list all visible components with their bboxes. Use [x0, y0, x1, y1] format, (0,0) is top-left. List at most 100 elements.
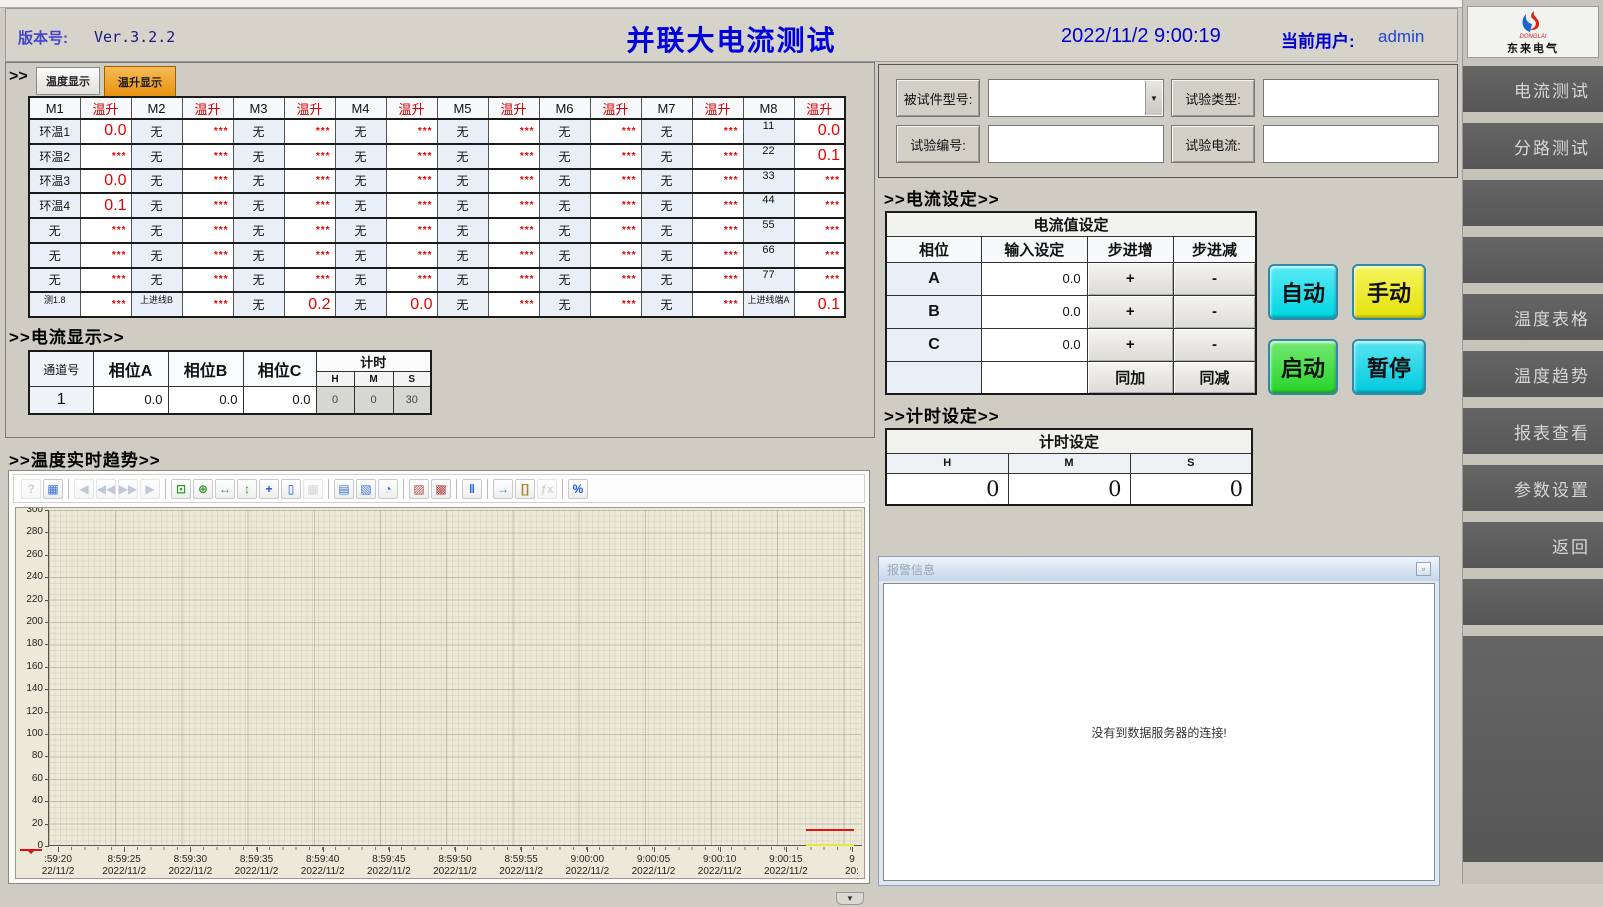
timer-set-s-input[interactable]: 0: [1130, 473, 1252, 505]
sidebar-button-2[interactable]: 分路测试: [1463, 123, 1603, 169]
y-axis-tick-label: 40: [16, 795, 43, 806]
sidebar-button-6[interactable]: 温度趋势: [1463, 351, 1603, 397]
decrease-all-button[interactable]: 同减: [1174, 361, 1256, 394]
test-current-input[interactable]: [1263, 125, 1439, 163]
step-increase-button[interactable]: +: [1087, 295, 1173, 328]
fx-icon[interactable]: ƒx: [537, 479, 557, 499]
chart-import-icon[interactable]: ▩: [431, 479, 451, 499]
axis-scale-icon[interactable]: ▯: [281, 479, 301, 499]
layout-icon[interactable]: ▤: [334, 479, 354, 499]
forward-icon[interactable]: ▶▶: [118, 479, 138, 499]
sidebar-button-1[interactable]: 电流测试: [1463, 66, 1603, 112]
temp-point-label: 无: [233, 292, 284, 317]
test-number-input[interactable]: [988, 125, 1164, 163]
tab-temperature-display[interactable]: 温度显示: [36, 67, 100, 95]
temp-point-label: 无: [29, 243, 80, 268]
zoom-horizontal-icon[interactable]: ↔: [215, 479, 235, 499]
percent-icon[interactable]: %: [568, 479, 588, 499]
phase-label: C: [886, 328, 982, 361]
y-axis-tick: [45, 801, 49, 802]
add-grid-icon[interactable]: ▧: [356, 479, 376, 499]
temp-rise-value: ***: [488, 169, 539, 194]
step-decrease-button[interactable]: -: [1174, 328, 1256, 361]
temp-rise-header: 温升: [590, 97, 641, 119]
timer-set-h-header: H: [886, 453, 1008, 473]
table-row: 无***无***无***无***无***无***无***77***: [29, 268, 845, 293]
temp-rise-value: ***: [80, 268, 131, 293]
x-axis-tick-label: 8:59:402022/11/2: [290, 854, 356, 878]
zoom-in-icon[interactable]: ⊕: [193, 479, 213, 499]
tab-temperature-rise-display[interactable]: 温升显示: [104, 66, 176, 97]
x-axis-tick: [786, 847, 787, 852]
sidebar-button-3[interactable]: [1463, 180, 1603, 226]
temp-rise-value: ***: [794, 169, 845, 194]
trend-chart-title: >>温度实时趋势>>: [9, 446, 161, 471]
current-input[interactable]: [982, 361, 1088, 394]
header-bar: 版本号: Ver.3.2.2 并联大电流测试 2022/11/2 9:00:19…: [5, 8, 1458, 62]
step-increase-button[interactable]: +: [1087, 328, 1173, 361]
y-axis-tick: [45, 555, 49, 556]
rewind-icon[interactable]: ◀◀: [96, 479, 116, 499]
temp-point-label: 33: [743, 169, 794, 194]
grid-icon[interactable]: ▦: [303, 479, 323, 499]
x-tick-time: :59:20: [25, 854, 91, 866]
sidebar-button-10[interactable]: [1463, 579, 1603, 625]
first-icon[interactable]: ◀: [74, 479, 94, 499]
pause-trend-icon[interactable]: ‖: [462, 479, 482, 499]
zoom-box-icon[interactable]: ⊡: [171, 479, 191, 499]
plot-area[interactable]: [48, 510, 862, 846]
step-increase-button[interactable]: +: [1087, 262, 1173, 295]
temp-rise-value: ***: [794, 243, 845, 268]
alarm-close-icon[interactable]: ▫: [1416, 562, 1431, 576]
clock-icon[interactable]: ◔: [378, 479, 398, 499]
step-decrease-button[interactable]: -: [1174, 262, 1256, 295]
range-icon[interactable]: []: [515, 479, 535, 499]
chart-export-icon[interactable]: ▨: [409, 479, 429, 499]
temp-rise-value: ***: [692, 243, 743, 268]
temp-point-label: 无: [131, 119, 182, 144]
sidebar-button-4[interactable]: [1463, 237, 1603, 283]
temp-point-label: 无: [437, 292, 488, 317]
help-icon[interactable]: ?: [21, 479, 41, 499]
table-row: 环温30.0无***无***无***无***无***无***33***: [29, 169, 845, 194]
start-button[interactable]: 启动: [1268, 339, 1338, 395]
phase-b-header: 相位B: [168, 351, 243, 387]
sidebar-button-9[interactable]: 返回: [1463, 522, 1603, 568]
manual-button[interactable]: 手动: [1352, 264, 1426, 320]
temp-point-label: 无: [539, 144, 590, 169]
device-model-combobox[interactable]: ▼: [988, 79, 1164, 117]
x-axis-tick: [587, 847, 588, 852]
timer-s-value: 30: [393, 387, 431, 414]
temp-rise-value: ***: [590, 169, 641, 194]
phase-b-value: 0.0: [168, 387, 243, 414]
current-input[interactable]: 0.0: [982, 295, 1088, 328]
increase-all-button[interactable]: 同加: [1087, 361, 1173, 394]
step-decrease-button[interactable]: -: [1174, 295, 1256, 328]
combo-dropdown-icon[interactable]: ▼: [1145, 81, 1162, 115]
page-title: 并联大电流测试: [6, 19, 1457, 59]
test-type-input[interactable]: [1263, 79, 1439, 117]
timer-h-value: 0: [316, 387, 354, 414]
company-logo: DONGLAI 东来电气: [1467, 6, 1599, 58]
last-icon[interactable]: ▶: [140, 479, 160, 499]
current-input[interactable]: 0.0: [982, 328, 1088, 361]
y-axis-tick-label: 240: [16, 571, 43, 582]
temp-rise-header: 温升: [182, 97, 233, 119]
chart-toolbar: ?▦◀◀◀▶▶▶⊡⊕↔↕+▯▦▤▧◔▨▩‖→[]ƒx%: [13, 474, 865, 503]
phase-a-header: 相位A: [93, 351, 168, 387]
current-input[interactable]: 0.0: [982, 262, 1088, 295]
timer-set-h-input[interactable]: 0: [886, 473, 1008, 505]
step-icon[interactable]: →: [493, 479, 513, 499]
data-export-icon[interactable]: ▦: [43, 479, 63, 499]
scroll-down-icon[interactable]: ▼: [836, 892, 864, 905]
sidebar-button-8[interactable]: 参数设置: [1463, 465, 1603, 511]
auto-button[interactable]: 自动: [1268, 264, 1338, 320]
temp-point-label: 无: [641, 218, 692, 243]
sidebar-button-7[interactable]: 报表查看: [1463, 408, 1603, 454]
pause-button[interactable]: 暂停: [1352, 339, 1426, 395]
zoom-vertical-icon[interactable]: ↕: [237, 479, 257, 499]
timer-set-m-input[interactable]: 0: [1008, 473, 1130, 505]
temp-rise-value: ***: [590, 268, 641, 293]
sidebar-button-5[interactable]: 温度表格: [1463, 294, 1603, 340]
pan-icon[interactable]: +: [259, 479, 279, 499]
